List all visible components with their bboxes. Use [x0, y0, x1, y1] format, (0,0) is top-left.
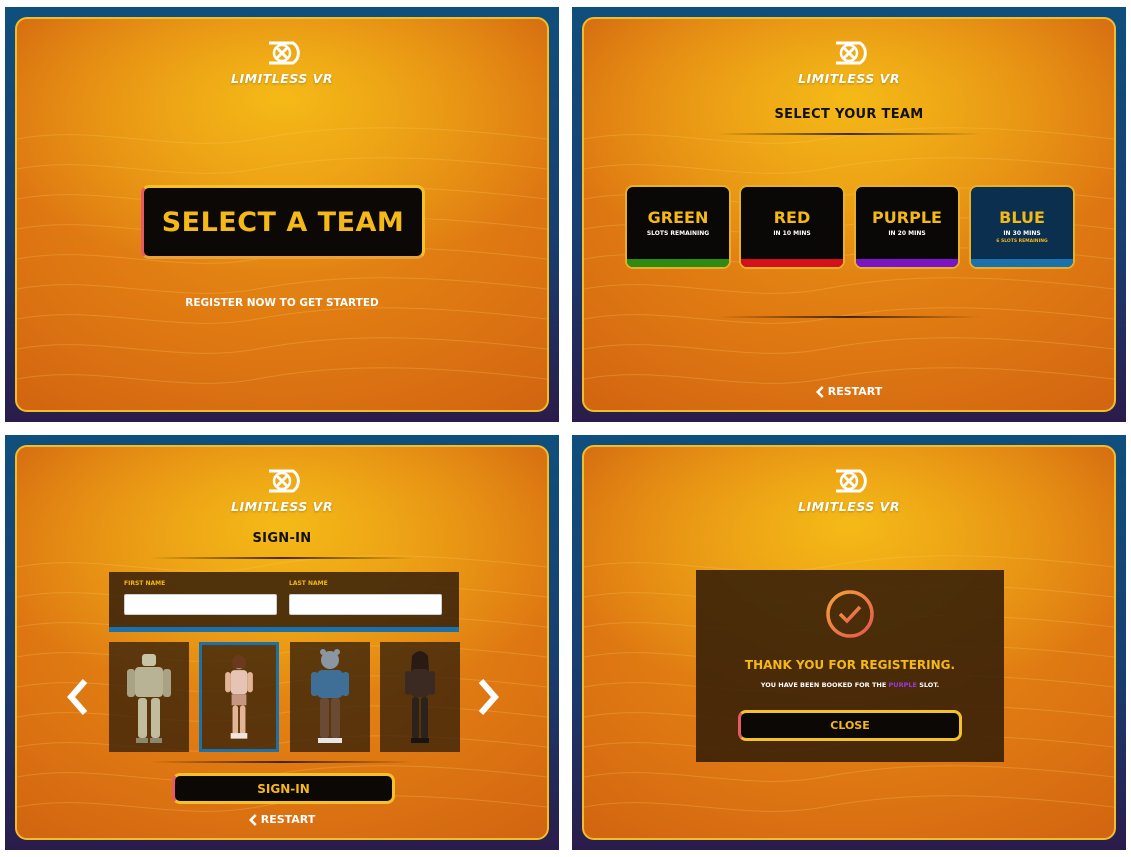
select-team-title: SELECT YOUR TEAM — [774, 107, 924, 122]
team-name: PURPLE — [872, 208, 942, 227]
woman-avatar-icon — [405, 651, 435, 743]
vr-logo-icon — [836, 469, 867, 493]
restart-link[interactable]: RESTART — [248, 813, 316, 826]
girl-avatar-icon — [225, 654, 253, 739]
logo-text: LIMITLESS VR — [798, 71, 900, 86]
character-woman[interactable] — [380, 642, 460, 752]
sign-in-card: LIMITLESS VR SIGN-IN FIRST NAME LAST NAM… — [15, 445, 549, 840]
vr-logo-icon — [836, 41, 867, 65]
team-name: BLUE — [999, 208, 1045, 227]
booking-prefix: YOU HAVE BEEN BOOKED FOR THE — [760, 681, 887, 689]
logo-text: LIMITLESS VR — [231, 71, 333, 86]
first-name-field[interactable] — [124, 594, 277, 615]
booking-suffix: SLOT. — [919, 681, 940, 689]
panel-welcome: LIMITLESS VR SELECT A TEAM REGISTER NOW … — [5, 7, 559, 422]
limitless-vr-logo: LIMITLESS VR — [222, 465, 342, 525]
chevron-left-icon — [815, 385, 824, 398]
team-status: IN 30 MINS — [1003, 230, 1041, 237]
team-card-blue[interactable]: BLUE IN 30 MINS 6 SLOTS REMAINING — [969, 185, 1075, 269]
restart-label: RESTART — [827, 385, 883, 398]
divider — [150, 557, 414, 559]
bear-avatar-icon — [311, 649, 349, 743]
team-card-green[interactable]: GREEN SLOTS REMAINING — [625, 185, 731, 269]
character-girl[interactable] — [199, 642, 279, 752]
welcome-card: LIMITLESS VR SELECT A TEAM REGISTER NOW … — [15, 17, 549, 412]
panel-confirmation: LIMITLESS VR THANK YOU FOR REGISTERING. … — [572, 435, 1126, 850]
team-name: GREEN — [647, 208, 709, 227]
chevron-left-icon — [248, 813, 257, 826]
logo-text: LIMITLESS VR — [798, 499, 900, 514]
thank-you-message: THANK YOU FOR REGISTERING. — [744, 658, 956, 672]
panel-sign-in: LIMITLESS VR SIGN-IN FIRST NAME LAST NAM… — [5, 435, 559, 850]
sign-in-title: SIGN-IN — [252, 531, 312, 546]
character-bear[interactable] — [290, 642, 370, 752]
chevron-right-icon[interactable] — [473, 677, 503, 717]
limitless-vr-logo: LIMITLESS VR — [789, 465, 909, 525]
name-form: FIRST NAME LAST NAME — [109, 572, 459, 632]
checkmark-circle-icon — [826, 590, 874, 638]
sign-in-button[interactable]: SIGN-IN — [172, 773, 395, 804]
team-card-purple[interactable]: PURPLE IN 20 MINS — [854, 185, 960, 269]
team-status: IN 20 MINS — [888, 230, 926, 237]
select-team-card: LIMITLESS VR SELECT YOUR TEAM GREEN SLOT… — [582, 17, 1116, 412]
robot-avatar-icon — [127, 654, 171, 743]
limitless-vr-logo: LIMITLESS VR — [222, 37, 342, 97]
restart-label: RESTART — [260, 813, 316, 826]
last-name-label: LAST NAME — [289, 580, 328, 587]
team-color-bar — [741, 259, 843, 267]
team-color-bar — [627, 259, 729, 267]
vr-logo-icon — [269, 41, 300, 65]
team-slots-remaining: 6 SLOTS REMAINING — [996, 239, 1048, 244]
select-team-button[interactable]: SELECT A TEAM — [141, 185, 425, 259]
first-name-label: FIRST NAME — [124, 580, 166, 587]
panel-select-team: LIMITLESS VR SELECT YOUR TEAM GREEN SLOT… — [572, 7, 1126, 422]
team-color-bar — [856, 259, 958, 267]
last-name-field[interactable] — [289, 594, 442, 615]
booking-message: YOU HAVE BEEN BOOKED FOR THE PURPLE SLOT… — [696, 681, 1004, 689]
confirmation-modal: THANK YOU FOR REGISTERING. YOU HAVE BEEN… — [696, 570, 1004, 762]
divider — [717, 316, 981, 318]
divider — [150, 761, 414, 763]
chevron-left-icon[interactable] — [63, 677, 93, 717]
confirmation-card: LIMITLESS VR THANK YOU FOR REGISTERING. … — [582, 445, 1116, 840]
team-status: IN 10 MINS — [773, 230, 811, 237]
team-status: SLOTS REMAINING — [646, 230, 710, 237]
limitless-vr-logo: LIMITLESS VR — [789, 37, 909, 97]
booked-slot-name: PURPLE — [888, 681, 917, 689]
register-tagline: REGISTER NOW TO GET STARTED — [185, 297, 379, 309]
vr-logo-icon — [269, 469, 300, 493]
team-name: RED — [773, 208, 811, 227]
divider — [717, 133, 981, 135]
logo-text: LIMITLESS VR — [231, 499, 333, 514]
team-color-bar — [971, 259, 1073, 267]
close-button[interactable]: CLOSE — [738, 710, 962, 741]
character-robot[interactable] — [109, 642, 189, 752]
team-card-red[interactable]: RED IN 10 MINS — [739, 185, 845, 269]
restart-link[interactable]: RESTART — [815, 385, 883, 398]
